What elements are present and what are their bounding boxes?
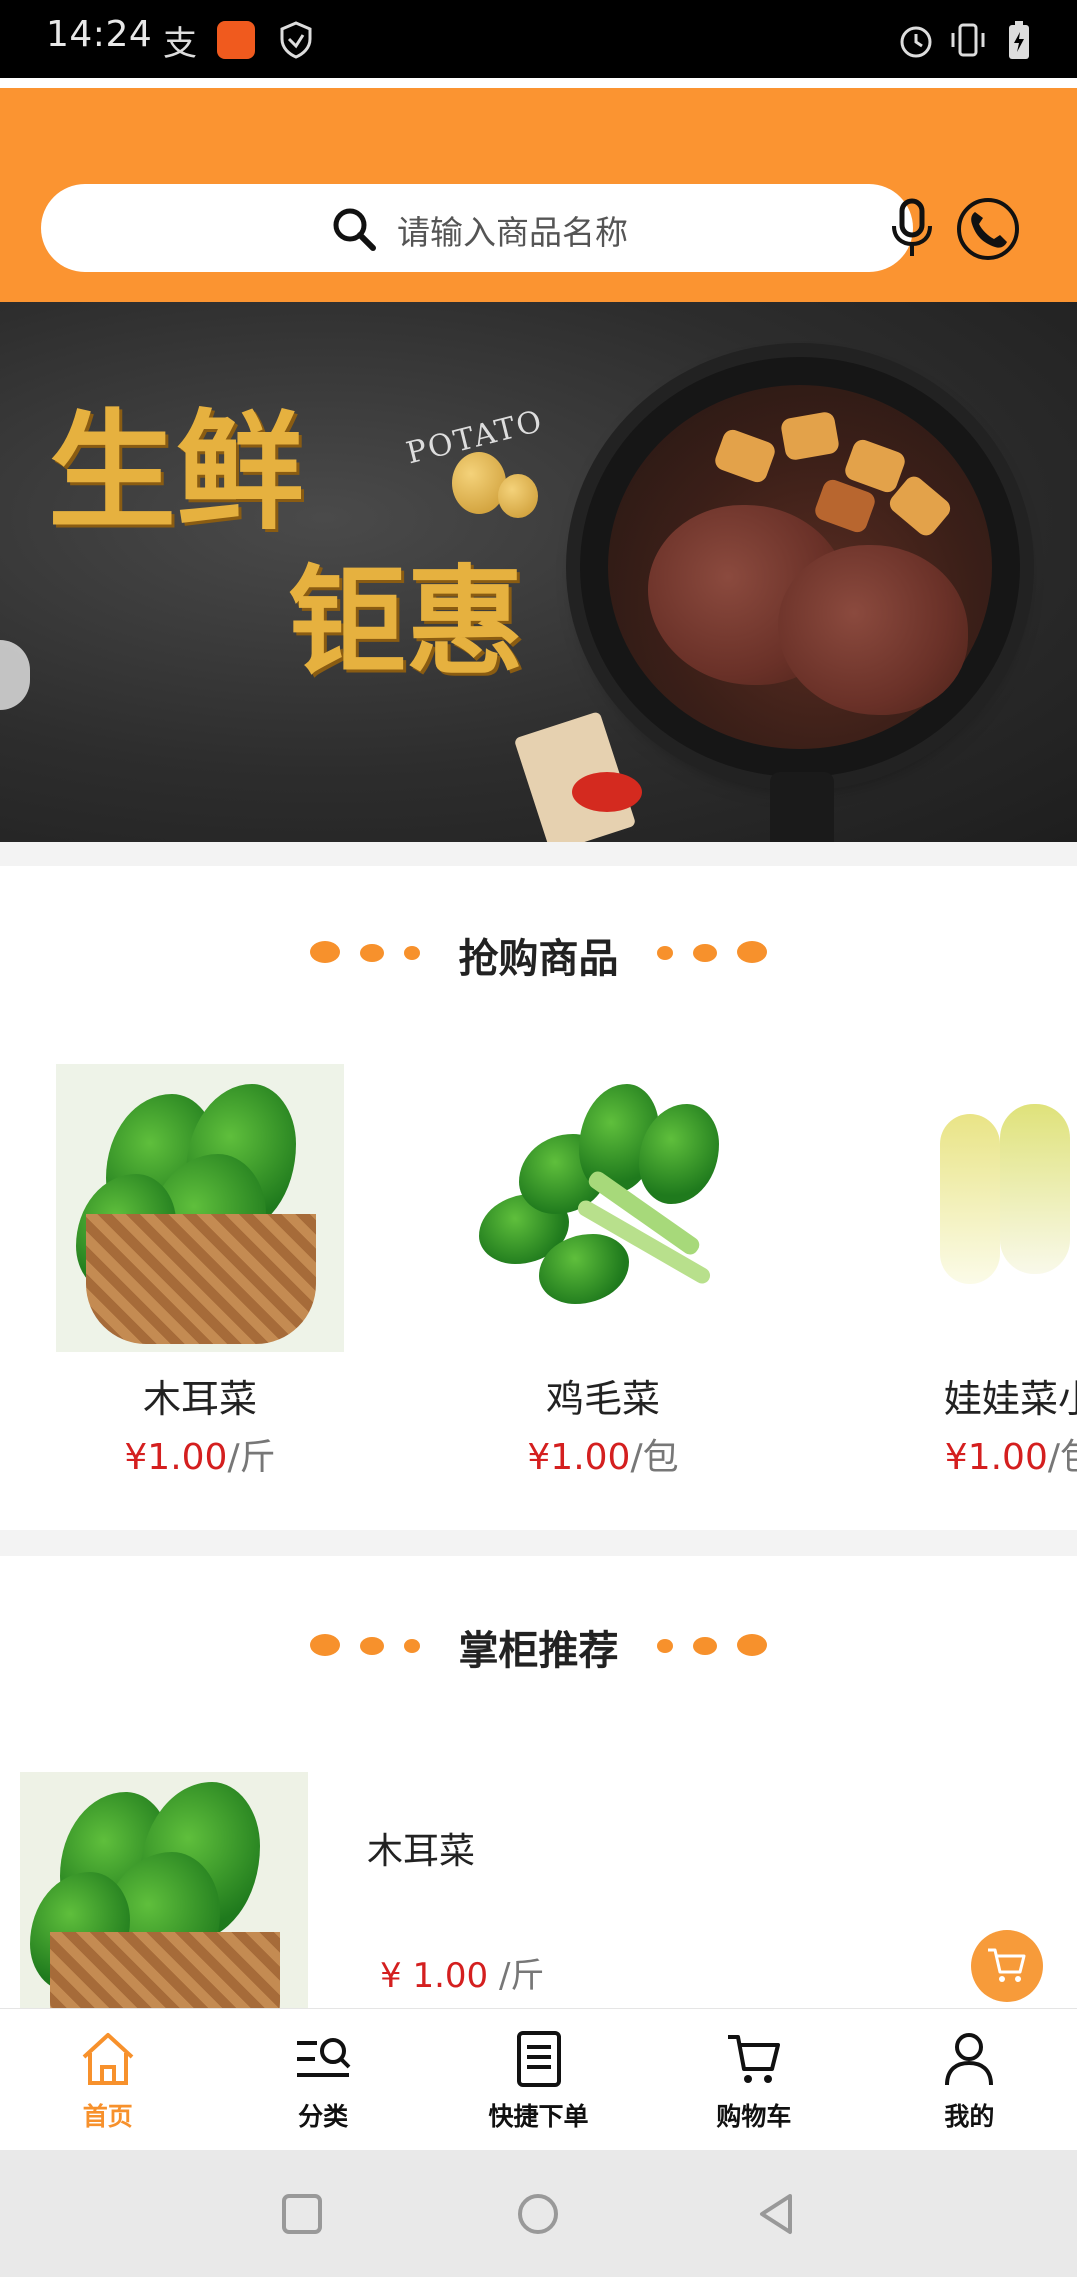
flash-sale-title: 抢购商品 (458, 936, 619, 982)
nav-home[interactable]: 首页 (0, 2009, 215, 2150)
title-dot (737, 1634, 767, 1656)
product-image (20, 1772, 308, 2012)
skillet-image (580, 357, 1020, 777)
title-dot (693, 944, 717, 962)
product-name: 娃娃菜小 (943, 1377, 1077, 1421)
home-icon (82, 2033, 134, 2085)
product-name: 鸡毛菜 (545, 1377, 660, 1421)
shield-icon (276, 18, 316, 62)
price-unit: /包 (1047, 1437, 1077, 1478)
product-name: 木耳菜 (367, 1831, 476, 1872)
potato-image (452, 452, 506, 514)
header: 请输入商品名称 (0, 88, 1077, 302)
bottom-nav: 首页 分类 快捷下单 购物车 我的 (0, 2008, 1077, 2150)
banner-title-line1: 生鲜 (48, 397, 305, 547)
price-unit: /斤 (227, 1437, 276, 1478)
product-price: ¥1.00/包 (453, 1428, 753, 1480)
price-unit: /斤 (498, 1956, 545, 1996)
vibrate-icon (946, 18, 990, 62)
nav-quick-order[interactable]: 快捷下单 (431, 2009, 646, 2150)
cart-icon (988, 1948, 1026, 1982)
potato-image-2 (498, 474, 538, 518)
nav-label: 首页 (82, 2102, 133, 2131)
app-screen: 14:24 支 请输入商品名称 生鲜 钜惠 POTATO 抢购商品 木耳菜 ¥1… (0, 0, 1077, 2277)
alarm-icon (894, 18, 938, 62)
battery-charging-icon (1004, 18, 1034, 62)
back-icon[interactable] (754, 2192, 798, 2236)
search-input[interactable]: 请输入商品名称 (41, 184, 932, 272)
ribbon-image (572, 772, 642, 812)
recommend-item[interactable]: 木耳菜 ¥ 1.00 /斤 (0, 1772, 1077, 2012)
nav-category[interactable]: 分类 (215, 2009, 430, 2150)
promo-banner[interactable]: 生鲜 钜惠 POTATO (0, 302, 1077, 842)
skillet-handle (770, 772, 834, 842)
quick-order-icon (516, 2031, 561, 2087)
home-circle-icon[interactable] (516, 2192, 560, 2236)
app-badge-icon (216, 18, 256, 62)
product-image (930, 1064, 1077, 1352)
nav-profile[interactable]: 我的 (862, 2009, 1077, 2150)
category-search-icon (297, 2038, 351, 2077)
flash-item[interactable]: 木耳菜 ¥1.00/斤 (50, 1064, 350, 1484)
product-name: 木耳菜 (142, 1377, 257, 1421)
cart-icon (727, 2035, 780, 2083)
flash-sale-section: 抢购商品 木耳菜 ¥1.00/斤 鸡毛菜 ¥1.00/包 娃娃菜小 ¥1.00/ (0, 866, 1077, 1530)
product-price: ¥1.00/包 (856, 1428, 1077, 1480)
user-icon (945, 2033, 994, 2086)
microphone-icon[interactable] (887, 198, 937, 260)
status-divider (0, 78, 1077, 88)
nav-label: 我的 (944, 2102, 995, 2131)
product-price: ¥1.00/斤 (50, 1428, 350, 1480)
banner-title-line2: 钜惠 (288, 552, 525, 691)
recents-icon[interactable] (280, 2192, 324, 2236)
recommend-title: 掌柜推荐 (458, 1628, 619, 1674)
recommend-section: 掌柜推荐 木耳菜 ¥ 1.00 /斤 (0, 1556, 1077, 2012)
price-value: ¥1.00 (124, 1437, 228, 1478)
nav-cart[interactable]: 购物车 (646, 2009, 861, 2150)
phone-icon[interactable] (955, 196, 1021, 262)
price-value: ¥1.00 (944, 1437, 1048, 1478)
product-image (459, 1064, 747, 1352)
title-dot (657, 1639, 673, 1653)
nav-label: 购物车 (716, 2102, 792, 2131)
alipay-icon: 支 (163, 23, 197, 64)
title-dot (737, 941, 767, 963)
title-dot (657, 946, 673, 960)
system-nav-bar (0, 2150, 1077, 2277)
search-icon (333, 208, 376, 251)
title-dot (693, 1637, 717, 1655)
floating-cart-button[interactable] (971, 1930, 1043, 2002)
status-bar: 14:24 支 (0, 0, 1077, 78)
product-price: ¥ 1.00 /斤 (380, 1948, 544, 1997)
search-placeholder: 请输入商品名称 (397, 213, 628, 252)
flash-item[interactable]: 鸡毛菜 ¥1.00/包 (453, 1064, 753, 1484)
price-unit: /包 (630, 1437, 679, 1478)
product-image (56, 1064, 344, 1352)
price-value: ¥ 1.00 (380, 1956, 489, 1996)
status-time: 14:24 (46, 14, 153, 55)
flash-item[interactable]: 娃娃菜小 ¥1.00/包 (856, 1064, 1077, 1484)
nav-label: 分类 (298, 2102, 349, 2131)
nav-label: 快捷下单 (488, 2102, 589, 2131)
price-value: ¥1.00 (527, 1437, 631, 1478)
